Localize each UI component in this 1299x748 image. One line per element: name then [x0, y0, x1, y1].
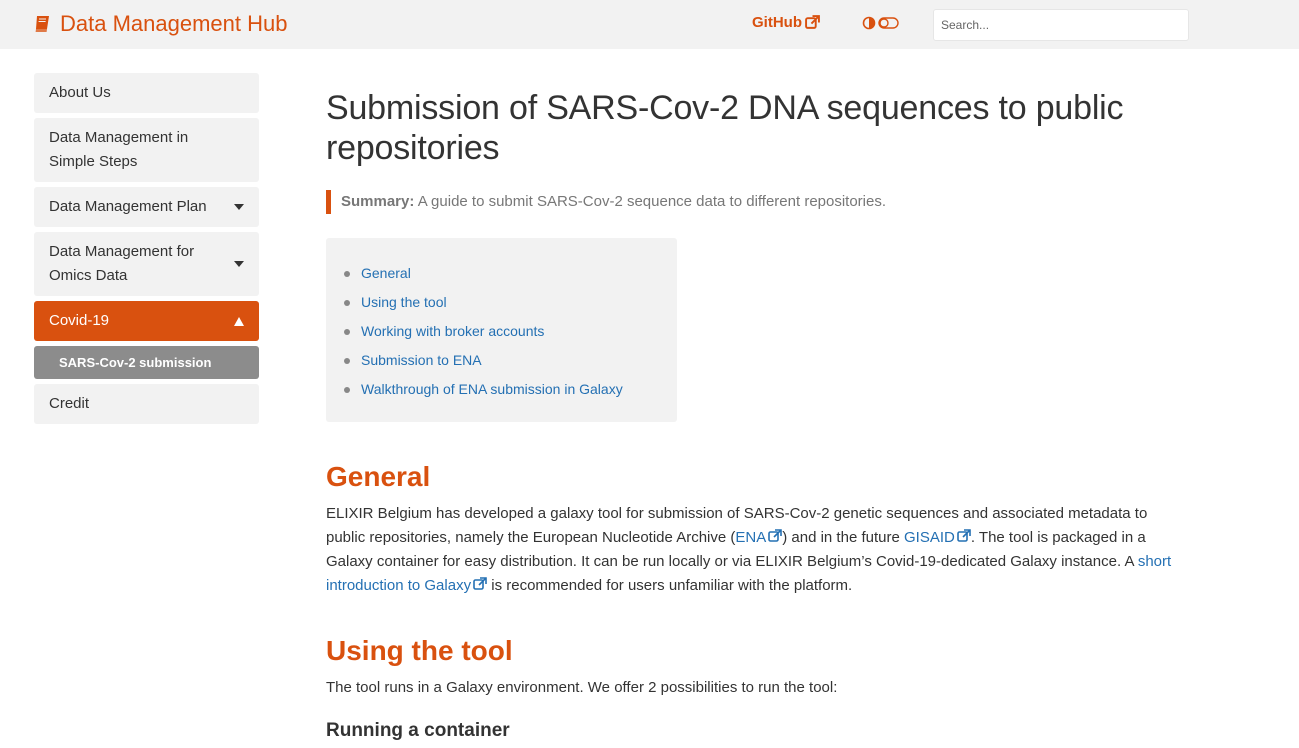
toc-link-using-the-tool[interactable]: Using the tool: [361, 294, 447, 310]
external-link-icon: [768, 529, 783, 542]
section-heading-using-the-tool: Using the tool: [326, 635, 513, 666]
caret-up-icon[interactable]: [234, 317, 244, 326]
sidebar-item-about-us[interactable]: About Us: [34, 73, 259, 113]
paragraph-text: is recommended for users unfamiliar with…: [487, 577, 853, 594]
ena-link-label: ENA: [735, 529, 767, 546]
toc-link-walkthrough-galaxy[interactable]: Walkthrough of ENA submission in Galaxy: [361, 381, 623, 397]
page-title: Submission of SARS-Cov-2 DNA sequences t…: [326, 89, 1124, 167]
paragraph-text: ) and in the future: [782, 529, 904, 546]
sidebar-item-data-management-simple-steps[interactable]: Data Management in Simple Steps: [34, 118, 259, 182]
sidebar-item-label: Data Management Plan: [49, 198, 207, 215]
gisaid-link[interactable]: GISAID: [904, 529, 971, 546]
general-paragraph: ELIXIR Belgium has developed a galaxy to…: [326, 502, 1176, 598]
toc-link-submission-ena[interactable]: Submission to ENA: [361, 352, 482, 368]
toc-item: Walkthrough of ENA submission in Galaxy: [344, 375, 662, 404]
sidebar-item-label: About Us: [49, 84, 111, 101]
section-heading-general: General: [326, 461, 431, 492]
sidebar-subitem-label: SARS-Cov-2 submission: [59, 355, 212, 370]
ena-link[interactable]: ENA: [735, 529, 783, 546]
sidebar-subitem-sars-cov-2-submission[interactable]: SARS-Cov-2 submission: [34, 346, 259, 379]
toc-link-general[interactable]: General: [361, 265, 411, 281]
toc-item: Submission to ENA: [344, 346, 662, 375]
external-link-icon: [473, 577, 487, 590]
theme-toggle[interactable]: [862, 16, 899, 30]
summary-label: Summary:: [341, 193, 415, 210]
sidebar-nav: About Us Data Management in Simple Steps…: [34, 73, 259, 429]
contrast-toggle-icon: [862, 16, 899, 30]
toc-item: General: [344, 259, 662, 288]
sidebar-item-label: Data Management in Simple Steps: [49, 129, 189, 170]
sidebar-item-label: Data Management for Omics Data: [49, 243, 195, 284]
caret-down-icon[interactable]: [234, 204, 244, 210]
sidebar-item-data-management-plan[interactable]: Data Management Plan: [34, 187, 259, 227]
sidebar-item-label: Credit: [49, 395, 90, 412]
toc-link-broker-accounts[interactable]: Working with broker accounts: [361, 323, 544, 339]
main-content: Submission of SARS-Cov-2 DNA sequences t…: [326, 88, 1176, 743]
brand-title: Data Management Hub: [60, 11, 288, 36]
sidebar-item-covid-19[interactable]: Covid-19: [34, 301, 259, 341]
sidebar-item-credit[interactable]: Credit: [34, 384, 259, 424]
brand-link[interactable]: Data Management Hub: [34, 10, 287, 38]
caret-down-icon[interactable]: [234, 261, 244, 267]
using-tool-paragraph: The tool runs in a Galaxy environment. W…: [326, 679, 838, 696]
toc-item: Using the tool: [344, 288, 662, 317]
subheading-running-container: Running a container: [326, 720, 510, 741]
sidebar-item-label: Covid-19: [49, 312, 110, 329]
toc-item: Working with broker accounts: [344, 317, 662, 346]
top-navbar: Data Management Hub GitHub: [0, 0, 1299, 49]
github-label: GitHub: [752, 14, 802, 31]
sidebar-item-omics-data[interactable]: Data Management for Omics Data: [34, 232, 259, 296]
github-link[interactable]: GitHub: [752, 14, 820, 31]
search-input[interactable]: [933, 9, 1189, 41]
summary-text: A guide to submit SARS-Cov-2 sequence da…: [417, 193, 887, 210]
external-link-icon: [957, 529, 971, 542]
table-of-contents: General Using the tool Working with brok…: [326, 238, 677, 422]
gisaid-link-label: GISAID: [903, 529, 955, 546]
external-link-icon: [805, 15, 820, 29]
summary-callout: Summary: A guide to submit SARS-Cov-2 se…: [326, 190, 1176, 214]
book-icon: [35, 16, 49, 32]
